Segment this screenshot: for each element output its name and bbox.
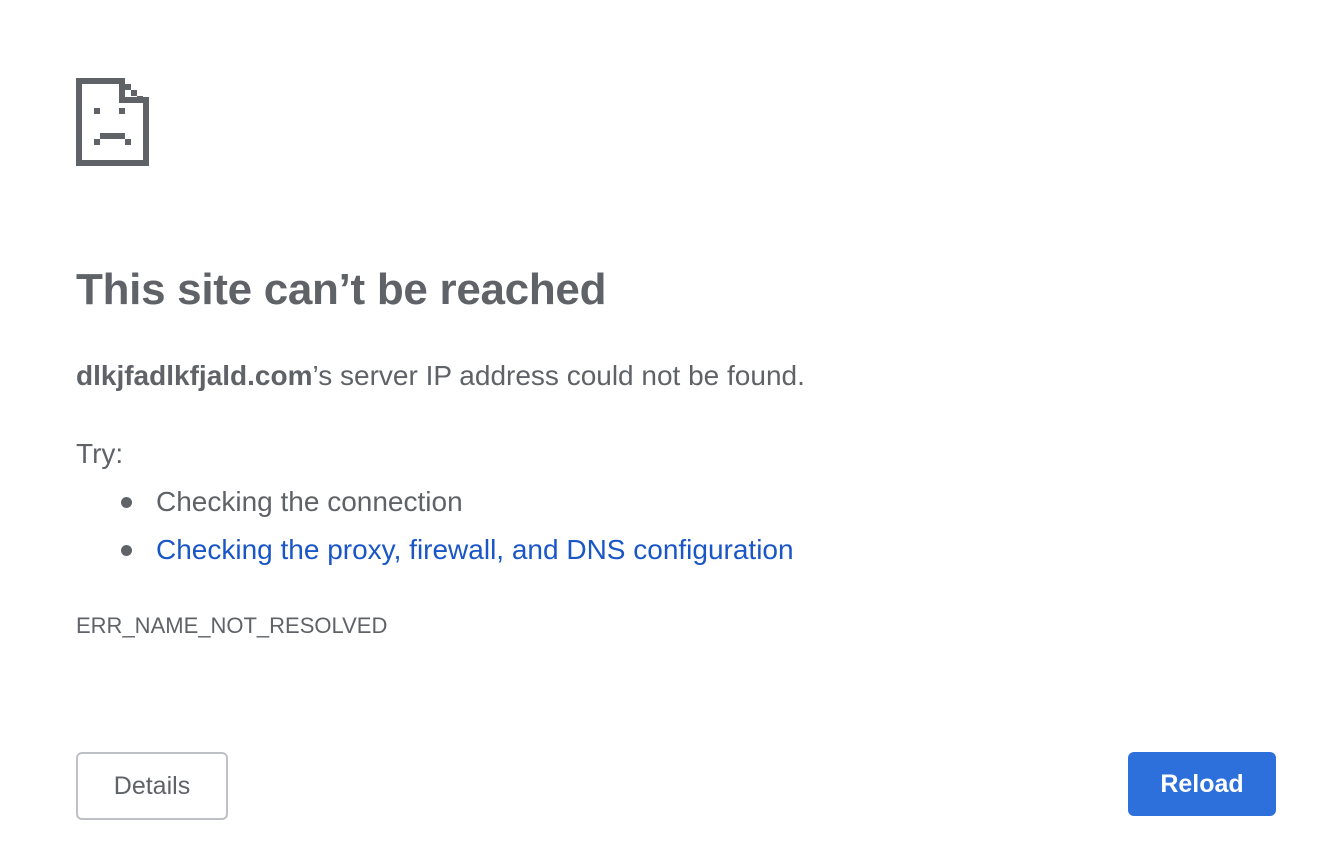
error-host: dlkjfadlkfjald.com xyxy=(76,360,313,391)
bullet-icon xyxy=(121,545,132,556)
suggestion-proxy-firewall-dns-link[interactable]: Checking the proxy, firewall, and DNS co… xyxy=(156,534,794,565)
suggestion-check-connection: Checking the connection xyxy=(156,486,463,517)
details-button[interactable]: Details xyxy=(76,752,228,820)
error-message: ’s server IP address could not be found. xyxy=(312,360,805,391)
list-item: Checking the proxy, firewall, and DNS co… xyxy=(76,530,794,578)
sad-page-icon xyxy=(76,78,149,166)
list-item: Checking the connection xyxy=(76,482,794,530)
try-label: Try: xyxy=(76,438,124,469)
bullet-icon xyxy=(121,497,132,508)
error-code: ERR_NAME_NOT_RESOLVED xyxy=(76,613,388,638)
error-page: This site can’t be reached dlkjfadlkfjal… xyxy=(0,0,1330,868)
suggestions-list: Checking the connection Checking the pro… xyxy=(76,482,794,578)
reload-button[interactable]: Reload xyxy=(1128,752,1276,816)
page-title: This site can’t be reached xyxy=(76,265,607,314)
error-summary: dlkjfadlkfjald.com’s server IP address c… xyxy=(76,358,805,394)
